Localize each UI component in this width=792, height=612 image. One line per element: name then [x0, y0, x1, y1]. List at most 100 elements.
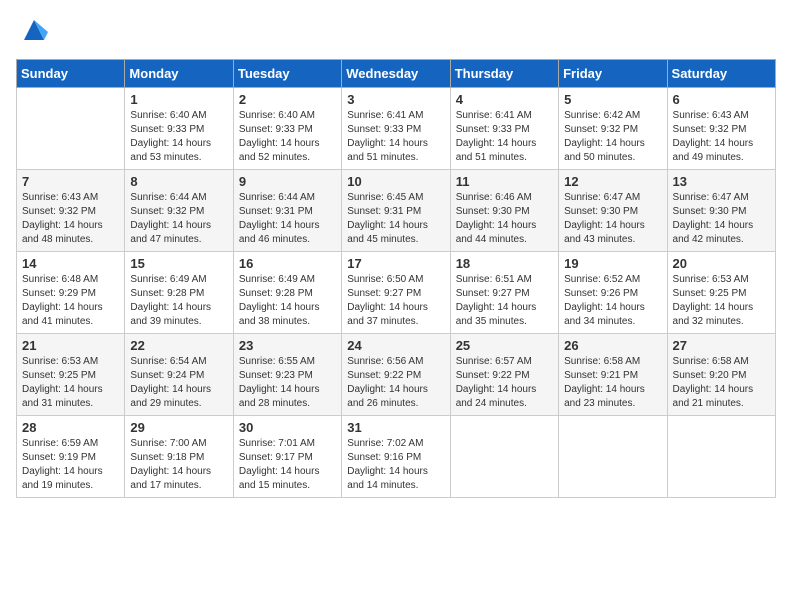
day-number: 26 [564, 338, 661, 353]
week-row-3: 14 Sunrise: 6:48 AM Sunset: 9:29 PM Dayli… [17, 252, 776, 334]
cell-info: Sunrise: 6:54 AM Sunset: 9:24 PM Dayligh… [130, 355, 227, 411]
cell-info: Sunrise: 6:40 AM Sunset: 9:33 PM Dayligh… [130, 109, 227, 165]
calendar-cell: 13 Sunrise: 6:47 AM Sunset: 9:30 PM Dayli… [667, 170, 775, 252]
column-header-sunday: Sunday [17, 60, 125, 88]
cell-info: Sunrise: 6:43 AM Sunset: 9:32 PM Dayligh… [673, 109, 770, 165]
calendar-table: SundayMondayTuesdayWednesdayThursdayFrid… [16, 59, 776, 498]
day-number: 1 [130, 92, 227, 107]
calendar-cell: 24Sunrise: 6:56 AM Sunset: 9:22 PM Dayli… [342, 334, 450, 416]
day-number: 15 [130, 256, 227, 271]
day-number: 25 [456, 338, 553, 353]
calendar-cell: 25 Sunrise: 6:57 AM Sunset: 9:22 PM Dayli… [450, 334, 558, 416]
column-header-monday: Monday [125, 60, 233, 88]
day-number: 27 [673, 338, 770, 353]
day-number: 2 [239, 92, 336, 107]
calendar-cell: 8 Sunrise: 6:44 AM Sunset: 9:32 PM Daylig… [125, 170, 233, 252]
day-number: 4 [456, 92, 553, 107]
day-number: 12 [564, 174, 661, 189]
calendar-cell: 23 Sunrise: 6:55 AM Sunset: 9:23 PM Dayli… [233, 334, 341, 416]
day-number: 22 [130, 338, 227, 353]
day-number: 23 [239, 338, 336, 353]
cell-info: Sunrise: 6:42 AM Sunset: 9:32 PM Dayligh… [564, 109, 661, 165]
cell-info: Sunrise: 6:57 AM Sunset: 9:22 PM Dayligh… [456, 355, 553, 411]
day-number: 9 [239, 174, 336, 189]
day-number: 30 [239, 420, 336, 435]
day-number: 28 [22, 420, 119, 435]
day-number: 29 [130, 420, 227, 435]
day-number: 7 [22, 174, 119, 189]
day-number: 24 [347, 338, 444, 353]
calendar-cell: 27 Sunrise: 6:58 AM Sunset: 9:20 PM Dayli… [667, 334, 775, 416]
day-number: 21 [22, 338, 119, 353]
cell-info: Sunrise: 6:40 AM Sunset: 9:33 PM Dayligh… [239, 109, 336, 165]
calendar-cell: 5Sunrise: 6:42 AM Sunset: 9:32 PM Daylig… [559, 88, 667, 170]
calendar-cell: 1 Sunrise: 6:40 AM Sunset: 9:33 PM Daylig… [125, 88, 233, 170]
cell-info: Sunrise: 7:01 AM Sunset: 9:17 PM Dayligh… [239, 437, 336, 493]
cell-info: Sunrise: 6:55 AM Sunset: 9:23 PM Dayligh… [239, 355, 336, 411]
page-header [16, 16, 776, 49]
day-number: 31 [347, 420, 444, 435]
cell-info: Sunrise: 6:46 AM Sunset: 9:30 PM Dayligh… [456, 191, 553, 247]
calendar-cell: 28 Sunrise: 6:59 AM Sunset: 9:19 PM Dayli… [17, 416, 125, 498]
day-number: 18 [456, 256, 553, 271]
cell-info: Sunrise: 6:51 AM Sunset: 9:27 PM Dayligh… [456, 273, 553, 329]
calendar-cell: 18 Sunrise: 6:51 AM Sunset: 9:27 PM Dayli… [450, 252, 558, 334]
cell-info: Sunrise: 6:47 AM Sunset: 9:30 PM Dayligh… [673, 191, 770, 247]
calendar-cell: 12 Sunrise: 6:47 AM Sunset: 9:30 PM Dayli… [559, 170, 667, 252]
day-number: 13 [673, 174, 770, 189]
day-number: 17 [347, 256, 444, 271]
calendar-header-row: SundayMondayTuesdayWednesdayThursdayFrid… [17, 60, 776, 88]
calendar-cell: 29 Sunrise: 7:00 AM Sunset: 9:18 PM Dayli… [125, 416, 233, 498]
cell-info: Sunrise: 7:00 AM Sunset: 9:18 PM Dayligh… [130, 437, 227, 493]
calendar-cell: 17 Sunrise: 6:50 AM Sunset: 9:27 PM Dayli… [342, 252, 450, 334]
calendar-cell: 30 Sunrise: 7:01 AM Sunset: 9:17 PM Dayli… [233, 416, 341, 498]
calendar-cell: 31 Sunrise: 7:02 AM Sunset: 9:16 PM Dayli… [342, 416, 450, 498]
calendar-cell: 6 Sunrise: 6:43 AM Sunset: 9:32 PM Daylig… [667, 88, 775, 170]
cell-info: Sunrise: 6:53 AM Sunset: 9:25 PM Dayligh… [22, 355, 119, 411]
logo-icon [20, 16, 48, 44]
calendar-cell: 22 Sunrise: 6:54 AM Sunset: 9:24 PM Dayli… [125, 334, 233, 416]
calendar-cell: 9 Sunrise: 6:44 AM Sunset: 9:31 PM Daylig… [233, 170, 341, 252]
day-number: 11 [456, 174, 553, 189]
cell-info: Sunrise: 6:48 AM Sunset: 9:29 PM Dayligh… [22, 273, 119, 329]
week-row-1: 1 Sunrise: 6:40 AM Sunset: 9:33 PM Daylig… [17, 88, 776, 170]
calendar-cell [559, 416, 667, 498]
week-row-5: 28 Sunrise: 6:59 AM Sunset: 9:19 PM Dayli… [17, 416, 776, 498]
day-number: 6 [673, 92, 770, 107]
cell-info: Sunrise: 6:52 AM Sunset: 9:26 PM Dayligh… [564, 273, 661, 329]
calendar-cell [667, 416, 775, 498]
cell-info: Sunrise: 6:53 AM Sunset: 9:25 PM Dayligh… [673, 273, 770, 329]
cell-info: Sunrise: 6:58 AM Sunset: 9:20 PM Dayligh… [673, 355, 770, 411]
cell-info: Sunrise: 6:47 AM Sunset: 9:30 PM Dayligh… [564, 191, 661, 247]
calendar-cell: 21 Sunrise: 6:53 AM Sunset: 9:25 PM Dayli… [17, 334, 125, 416]
column-header-friday: Friday [559, 60, 667, 88]
day-number: 8 [130, 174, 227, 189]
calendar-cell: 26Sunrise: 6:58 AM Sunset: 9:21 PM Dayli… [559, 334, 667, 416]
calendar-cell: 7 Sunrise: 6:43 AM Sunset: 9:32 PM Daylig… [17, 170, 125, 252]
calendar-cell: 11 Sunrise: 6:46 AM Sunset: 9:30 PM Dayli… [450, 170, 558, 252]
calendar-cell: 15Sunrise: 6:49 AM Sunset: 9:28 PM Dayli… [125, 252, 233, 334]
cell-info: Sunrise: 6:59 AM Sunset: 9:19 PM Dayligh… [22, 437, 119, 493]
calendar-cell: 20 Sunrise: 6:53 AM Sunset: 9:25 PM Dayli… [667, 252, 775, 334]
day-number: 16 [239, 256, 336, 271]
calendar-cell: 14 Sunrise: 6:48 AM Sunset: 9:29 PM Dayli… [17, 252, 125, 334]
day-number: 20 [673, 256, 770, 271]
column-header-saturday: Saturday [667, 60, 775, 88]
calendar-cell [17, 88, 125, 170]
cell-info: Sunrise: 6:45 AM Sunset: 9:31 PM Dayligh… [347, 191, 444, 247]
day-number: 14 [22, 256, 119, 271]
day-number: 10 [347, 174, 444, 189]
cell-info: Sunrise: 6:43 AM Sunset: 9:32 PM Dayligh… [22, 191, 119, 247]
column-header-tuesday: Tuesday [233, 60, 341, 88]
cell-info: Sunrise: 7:02 AM Sunset: 9:16 PM Dayligh… [347, 437, 444, 493]
calendar-cell: 3 Sunrise: 6:41 AM Sunset: 9:33 PM Daylig… [342, 88, 450, 170]
calendar-cell: 19Sunrise: 6:52 AM Sunset: 9:26 PM Dayli… [559, 252, 667, 334]
week-row-4: 21 Sunrise: 6:53 AM Sunset: 9:25 PM Dayli… [17, 334, 776, 416]
cell-info: Sunrise: 6:50 AM Sunset: 9:27 PM Dayligh… [347, 273, 444, 329]
cell-info: Sunrise: 6:41 AM Sunset: 9:33 PM Dayligh… [456, 109, 553, 165]
cell-info: Sunrise: 6:44 AM Sunset: 9:32 PM Dayligh… [130, 191, 227, 247]
cell-info: Sunrise: 6:41 AM Sunset: 9:33 PM Dayligh… [347, 109, 444, 165]
cell-info: Sunrise: 6:44 AM Sunset: 9:31 PM Dayligh… [239, 191, 336, 247]
calendar-cell: 2 Sunrise: 6:40 AM Sunset: 9:33 PM Daylig… [233, 88, 341, 170]
day-number: 3 [347, 92, 444, 107]
